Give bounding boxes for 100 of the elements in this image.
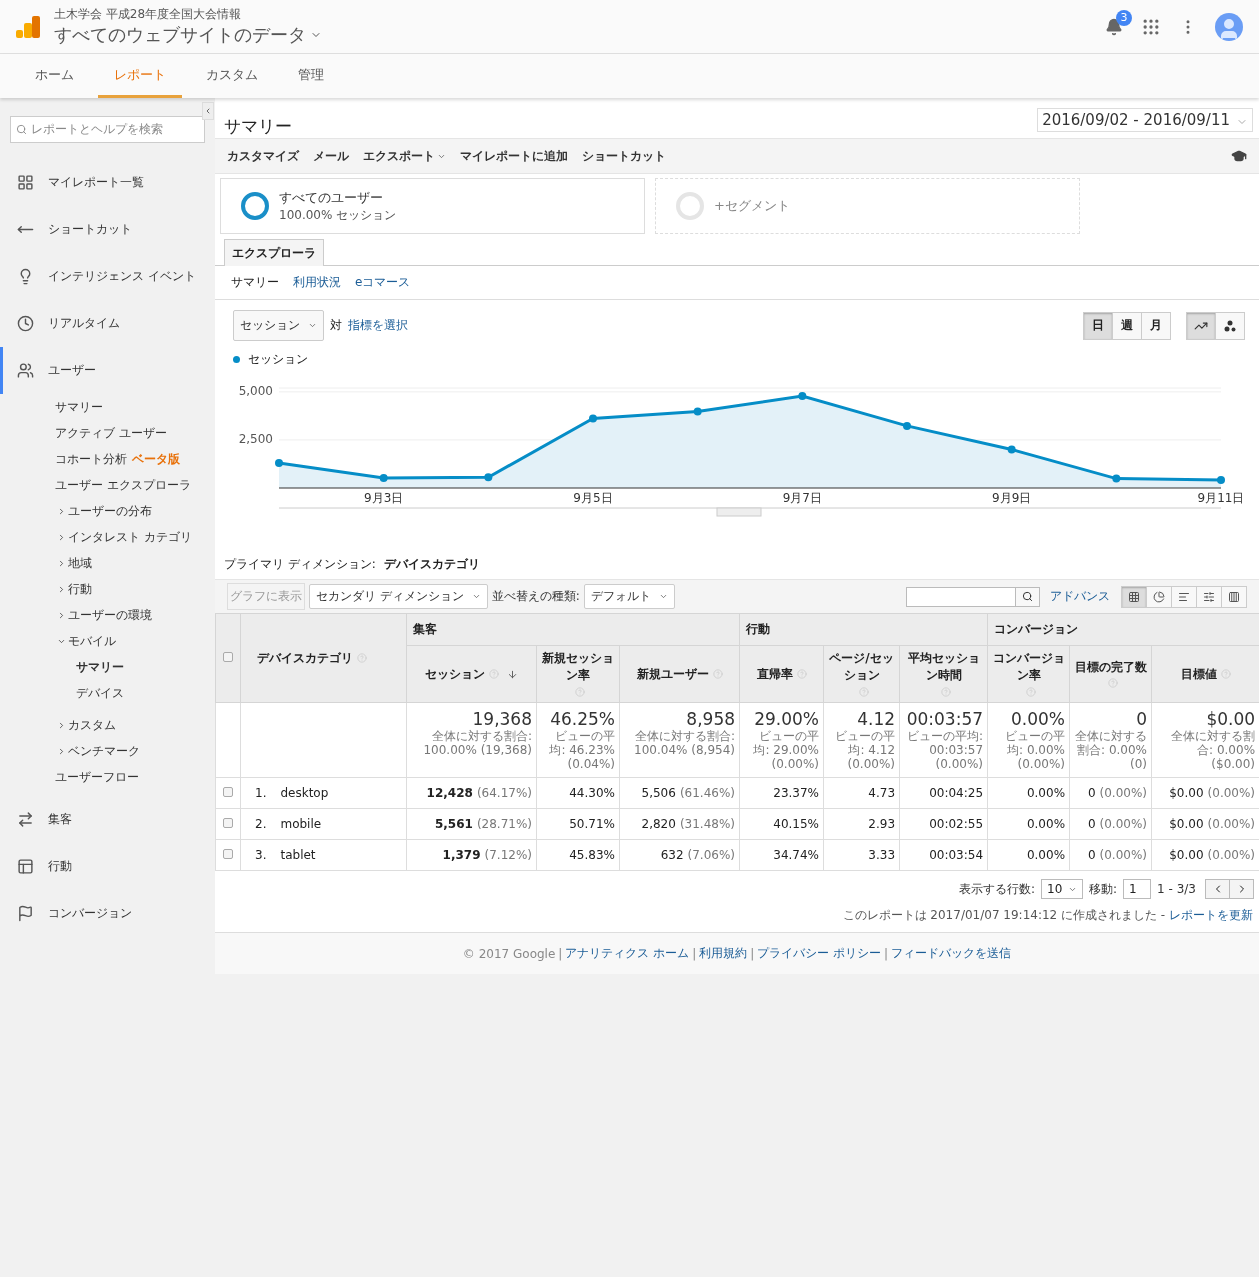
data-point <box>379 474 388 482</box>
sidebar-item[interactable]: コンバージョン <box>0 890 215 937</box>
previous-button[interactable] <box>1205 879 1230 899</box>
nav-tab[interactable]: ホーム <box>19 54 90 98</box>
sidebar-item[interactable]: 地域 <box>0 550 215 576</box>
goto-field[interactable]: 1 <box>1123 879 1152 899</box>
percent-share: (0.00%) <box>1099 817 1148 831</box>
footer-link[interactable]: フィードバックを送信 <box>891 945 1012 962</box>
row-index: 3. <box>255 848 267 862</box>
nav-tab[interactable]: カスタム <box>190 54 274 98</box>
sidebar-item[interactable]: ベンチマーク <box>0 738 215 764</box>
toolbar-button[interactable]: ショートカット <box>582 147 666 165</box>
column-header[interactable]: セッション <box>425 665 485 683</box>
explorer-tab[interactable]: エクスプローラ <box>224 239 324 266</box>
secondary-dimension-select[interactable]: セカンダリ ディメンション <box>309 584 488 609</box>
next-button[interactable] <box>1229 879 1254 899</box>
sidebar-item[interactable]: ユーザーの環境 <box>0 602 215 628</box>
sidebar-item[interactable]: 行動 <box>0 843 215 890</box>
property-selector[interactable]: すべてのウェブサイトのデータ <box>54 23 1091 47</box>
period-button[interactable]: 週 <box>1112 311 1142 340</box>
avatar[interactable] <box>1215 12 1243 41</box>
segment-card[interactable]: すべてのユーザー 100.00% セッション <box>220 178 645 234</box>
dimension-cell[interactable]: desktop <box>280 786 329 800</box>
graduation-cap-icon[interactable] <box>1231 148 1247 164</box>
percent-share: (64.17%) <box>476 786 532 800</box>
pie-view-button[interactable] <box>1146 585 1172 608</box>
segment-card[interactable]: +セグメント <box>655 178 1080 234</box>
sidebar-item[interactable]: インタレスト カテゴリ <box>0 524 215 550</box>
period-button[interactable]: 月 <box>1141 311 1171 340</box>
date-range-picker[interactable]: 2016/09/02 - 2016/09/11 <box>1037 108 1253 132</box>
sub-tab[interactable]: 利用状況 <box>293 274 341 291</box>
footer-link[interactable]: 利用規約 <box>699 945 748 962</box>
table-cell: 632 <box>660 848 684 862</box>
sidebar-item[interactable]: 集客 <box>0 796 215 843</box>
sidebar-item[interactable]: リアルタイム <box>0 300 215 347</box>
x-tick-label: 9月3日 <box>364 491 404 505</box>
sidebar-item[interactable]: サマリー <box>0 654 215 680</box>
sidebar-item[interactable]: 行動 <box>0 576 215 602</box>
search-field[interactable]: レポートとヘルプを検索 <box>10 116 205 143</box>
caret-icon <box>57 532 66 542</box>
column-header[interactable]: 直帰率 <box>756 665 793 683</box>
sidebar-item[interactable]: モバイル <box>0 628 215 654</box>
sub-tab[interactable]: サマリー <box>231 274 279 291</box>
x-tick-label: 9月9日 <box>992 491 1032 505</box>
sidebar-item[interactable]: アクティブ ユーザー <box>0 420 215 446</box>
pivot-view-button[interactable] <box>1221 585 1247 608</box>
dimension-value[interactable]: デバイスカテゴリ <box>383 556 480 573</box>
percent-share: (0.00%) <box>1207 786 1256 800</box>
row-index: 1. <box>255 786 267 800</box>
collapse-button[interactable] <box>202 102 214 120</box>
sub-tab[interactable]: eコマース <box>355 274 411 291</box>
total-value: 0.00% <box>1010 709 1066 729</box>
metric-link[interactable]: 指標を選択 <box>348 317 408 334</box>
toolbar-button[interactable]: メール <box>313 147 349 165</box>
select-all-checkbox[interactable] <box>223 652 233 662</box>
group-header: コンバージョン <box>994 622 1079 636</box>
search-button[interactable] <box>1016 586 1040 607</box>
nav-tab[interactable]: 管理 <box>282 54 340 98</box>
table-cell: 0.00% <box>1026 817 1066 831</box>
sidebar-item[interactable]: ユーザーフロー <box>0 764 215 790</box>
sidebar-item[interactable]: インテリジェンス イベント <box>0 253 215 300</box>
period-button[interactable]: 日 <box>1083 311 1113 340</box>
metric-select[interactable]: セッション <box>233 310 324 341</box>
sidebar-item[interactable]: ショートカット <box>0 206 215 253</box>
row-index: 2. <box>255 817 267 831</box>
toolbar-button[interactable]: カスタマイズ <box>227 147 299 165</box>
bubble-chart-button[interactable] <box>1215 311 1245 340</box>
sidebar-item[interactable]: コホート分析 ベータ版 <box>0 446 215 472</box>
row-checkbox[interactable] <box>223 818 233 828</box>
table-search-field[interactable] <box>906 586 1016 607</box>
dimension-cell[interactable]: tablet <box>280 848 316 862</box>
table-cell: 2,820 <box>641 817 676 831</box>
toolbar-button[interactable]: マイレポートに追加 <box>460 147 568 165</box>
bar-view-button[interactable] <box>1171 585 1197 608</box>
column-header[interactable]: 目標値 <box>1180 665 1217 683</box>
refresh-link[interactable]: レポートを更新 <box>1169 908 1253 922</box>
rows-select[interactable]: 10 <box>1041 879 1084 899</box>
grid-icon <box>1128 590 1140 603</box>
row-checkbox[interactable] <box>223 787 233 797</box>
sidebar-item[interactable]: カスタム <box>0 712 215 738</box>
table-cell: 34.74% <box>773 848 819 862</box>
line-chart-button[interactable] <box>1186 311 1216 340</box>
notification-icon[interactable] <box>1105 17 1123 36</box>
sidebar-item[interactable]: デバイス <box>0 680 215 706</box>
column-header[interactable]: 新規ユーザー <box>636 665 709 683</box>
expand-handle[interactable] <box>716 507 762 517</box>
table-view-button[interactable] <box>1121 585 1147 608</box>
row-checkbox[interactable] <box>223 849 233 859</box>
sidebar-item[interactable]: マイレポート一覧 <box>0 159 215 206</box>
sidebar-item[interactable]: ユーザー エクスプローラ <box>0 472 215 498</box>
sort-select[interactable]: デフォルト <box>583 584 675 609</box>
footer-link[interactable]: アナリティクス ホーム <box>565 945 690 962</box>
dimension-cell[interactable]: mobile <box>280 817 322 831</box>
compare-view-button[interactable] <box>1196 585 1222 608</box>
sidebar-item[interactable]: サマリー <box>0 394 215 420</box>
sidebar-item[interactable]: ユーザーの分布 <box>0 498 215 524</box>
clock-icon <box>17 315 34 332</box>
toolbar-button[interactable]: エクスポート <box>363 147 446 165</box>
footer-link[interactable]: プライバシー ポリシー <box>757 945 882 962</box>
advanced-link[interactable]: アドバンス <box>1050 588 1110 605</box>
